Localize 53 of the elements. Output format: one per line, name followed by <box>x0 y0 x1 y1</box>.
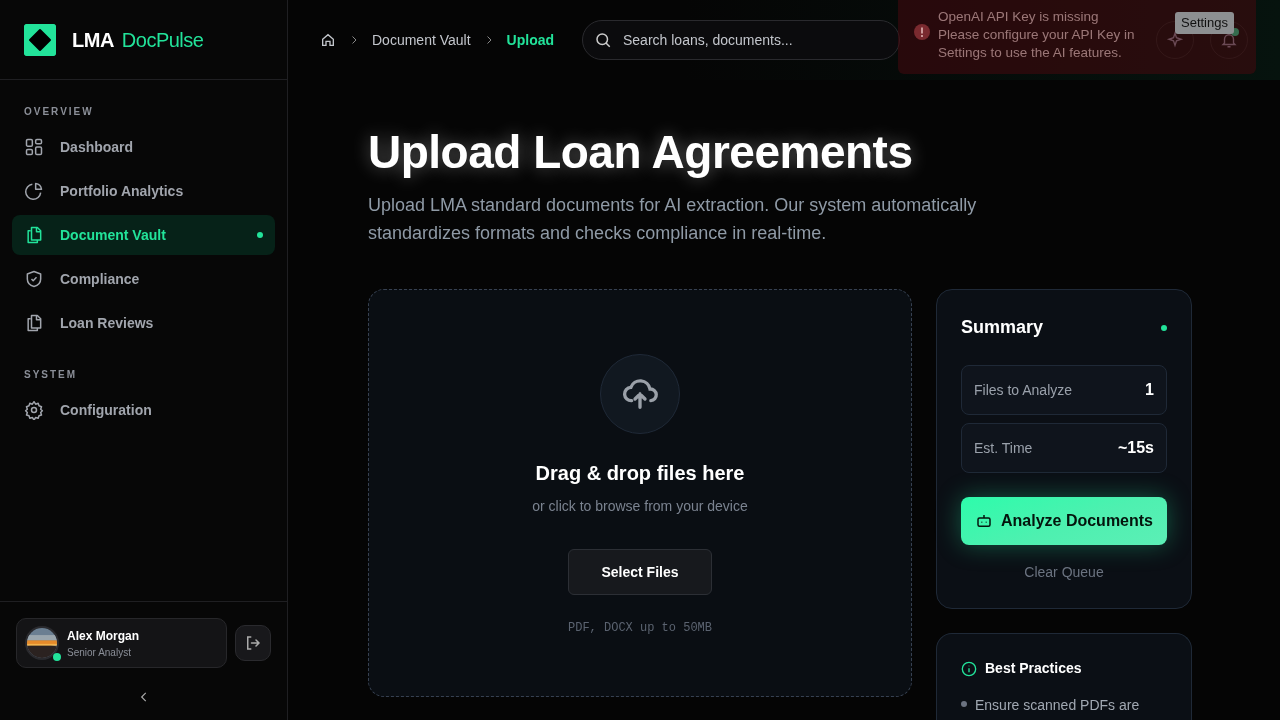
user-role: Senior Analyst <box>67 645 132 660</box>
documents-icon <box>24 313 44 333</box>
nav-item[interactable]: Portfolio Analytics <box>12 171 275 211</box>
dashboard-icon <box>24 137 44 157</box>
best-practices-title: Best Practices <box>985 659 1082 678</box>
stat-value: ~15s <box>1117 438 1154 458</box>
summary-title: Summary <box>961 316 1044 339</box>
clear-queue-button[interactable]: Clear Queue <box>961 561 1167 584</box>
info-icon <box>961 660 977 677</box>
bullet-icon <box>961 701 967 707</box>
toast-title: OpenAI API Key is missing <box>938 8 1100 26</box>
search-field[interactable]: Search loans, documents... <box>582 20 900 60</box>
nav-item[interactable]: Configuration <box>12 390 275 430</box>
tip-text: Ensure scanned PDFs are <box>975 696 1140 715</box>
home-icon[interactable] <box>320 32 336 48</box>
logout-button[interactable] <box>235 625 271 661</box>
nav-item[interactable]: Dashboard <box>12 127 275 167</box>
stat-label: Files to Analyze <box>974 380 1073 400</box>
stat-label: Est. Time <box>974 438 1033 458</box>
select-files-button[interactable]: Select Files <box>568 549 712 595</box>
user-card[interactable]: Alex Morgan Senior Analyst <box>16 618 227 668</box>
nav-item[interactable]: Compliance <box>12 259 275 299</box>
logo-icon <box>24 23 56 56</box>
bell-icon <box>1220 31 1238 49</box>
breadcrumb-link[interactable]: Upload <box>506 29 555 51</box>
brand-name-suffix: DocPulse <box>121 27 204 53</box>
settings-icon <box>24 400 44 420</box>
drop-zone[interactable]: Drag & drop files here or click to browse from your device Select Files PDF, DOCX up to 50MB <box>368 289 912 697</box>
analyze-documents-button[interactable]: Analyze Documents <box>961 497 1167 545</box>
drop-zone-title: Drag & drop files here <box>535 461 745 486</box>
file-format-note: PDF, DOCX up to 50MB <box>568 620 712 637</box>
documents-icon <box>24 225 44 245</box>
drop-zone-hint: or click to browse from your device <box>532 497 748 516</box>
breadcrumb-link[interactable]: Document Vault <box>372 29 471 51</box>
active-dot <box>257 232 263 238</box>
toast-message: Please configure your API Key in Settings to use the AI features. <box>938 26 1136 62</box>
nav-item[interactable]: Document Vault <box>12 215 275 255</box>
page-subtitle: Upload LMA standard documents for AI extraction. Our system automatically standardizes formats and checks compliance in real-time. <box>368 194 978 245</box>
search-icon <box>594 31 612 49</box>
stat-value: 1 <box>1145 380 1154 400</box>
logout-icon <box>244 634 262 652</box>
brand-name: LMA <box>72 27 114 53</box>
nav-item[interactable]: Loan Reviews <box>12 303 275 343</box>
robot-icon <box>974 512 993 530</box>
nav-section-title: OVERVIEW <box>23 105 95 119</box>
pie-chart-icon <box>24 181 44 201</box>
settings-button[interactable]: Settings <box>1175 12 1234 34</box>
user-name: Alex Morgan <box>67 627 139 645</box>
sparkle-icon <box>1166 31 1184 49</box>
shield-icon <box>24 269 44 289</box>
nav-section-title: SYSTEM <box>23 368 79 382</box>
alert-icon <box>914 24 930 40</box>
page-title: Upload Loan Agreements <box>368 125 914 180</box>
